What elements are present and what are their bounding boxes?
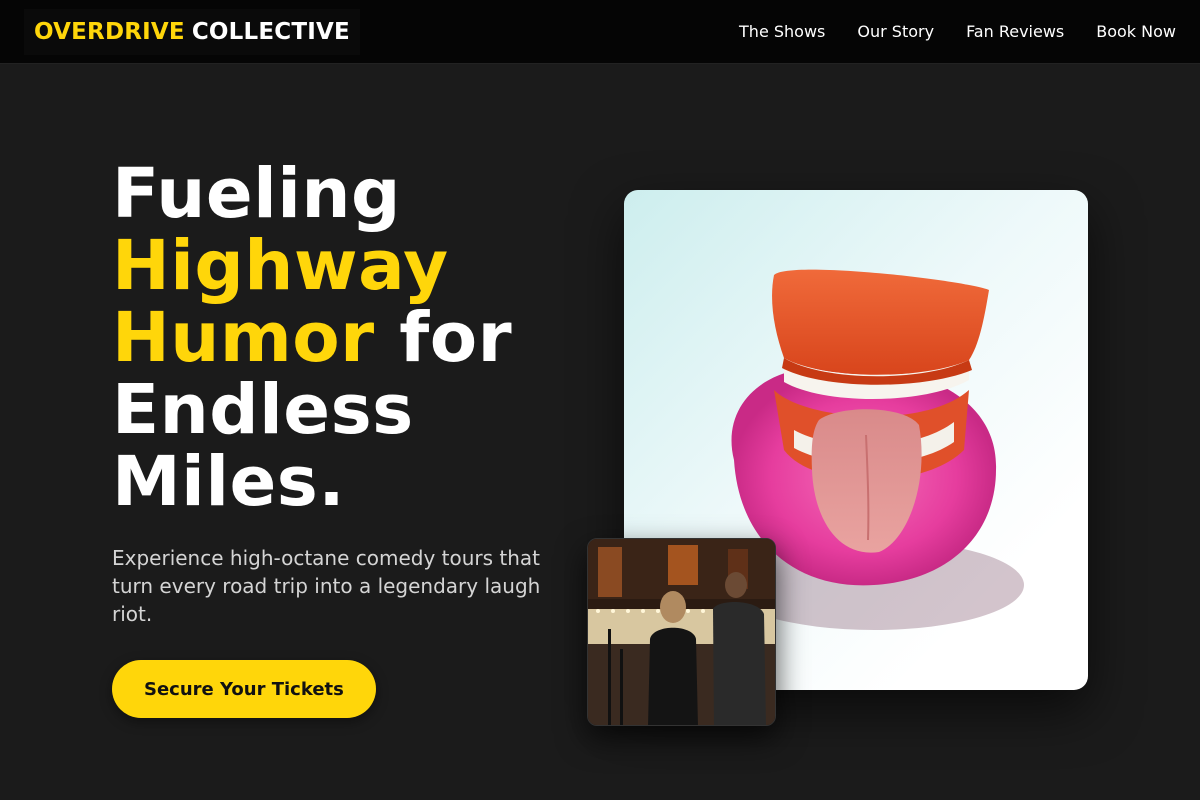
brand-logo[interactable]: OVERDRIVE COLLECTIVE xyxy=(24,8,360,55)
nav-link-fan-reviews[interactable]: Fan Reviews xyxy=(966,22,1064,41)
secure-tickets-button[interactable]: Secure Your Tickets xyxy=(112,660,376,718)
brand-part-2: COLLECTIVE xyxy=(191,18,350,45)
headline-line-4: Endless xyxy=(112,370,414,450)
headline-highlight-1: Highway xyxy=(112,226,449,306)
headline-line-1: Fueling xyxy=(112,154,401,234)
headline-line-3-rest: for xyxy=(374,298,513,378)
headline-highlight-2: Humor xyxy=(112,298,375,378)
nav-link-book-now[interactable]: Book Now xyxy=(1096,22,1176,41)
navbar: OVERDRIVE COLLECTIVE The Shows Our Story… xyxy=(0,0,1200,64)
hero-subtitle: Experience high-octane comedy tours that… xyxy=(112,546,541,626)
hero-headline: Fueling Highway Humor for Endless Miles. xyxy=(112,158,572,518)
nav-link-the-shows[interactable]: The Shows xyxy=(739,22,825,41)
comedy-club-photo xyxy=(587,538,776,726)
comedy-club-illustration xyxy=(588,539,775,725)
brand-part-1: OVERDRIVE xyxy=(34,18,185,45)
nav-link-our-story[interactable]: Our Story xyxy=(857,22,934,41)
nav-links: The Shows Our Story Fan Reviews Book Now xyxy=(739,22,1176,41)
headline-line-5: Miles. xyxy=(112,442,346,522)
hero-section: Fueling Highway Humor for Endless Miles.… xyxy=(112,158,572,718)
